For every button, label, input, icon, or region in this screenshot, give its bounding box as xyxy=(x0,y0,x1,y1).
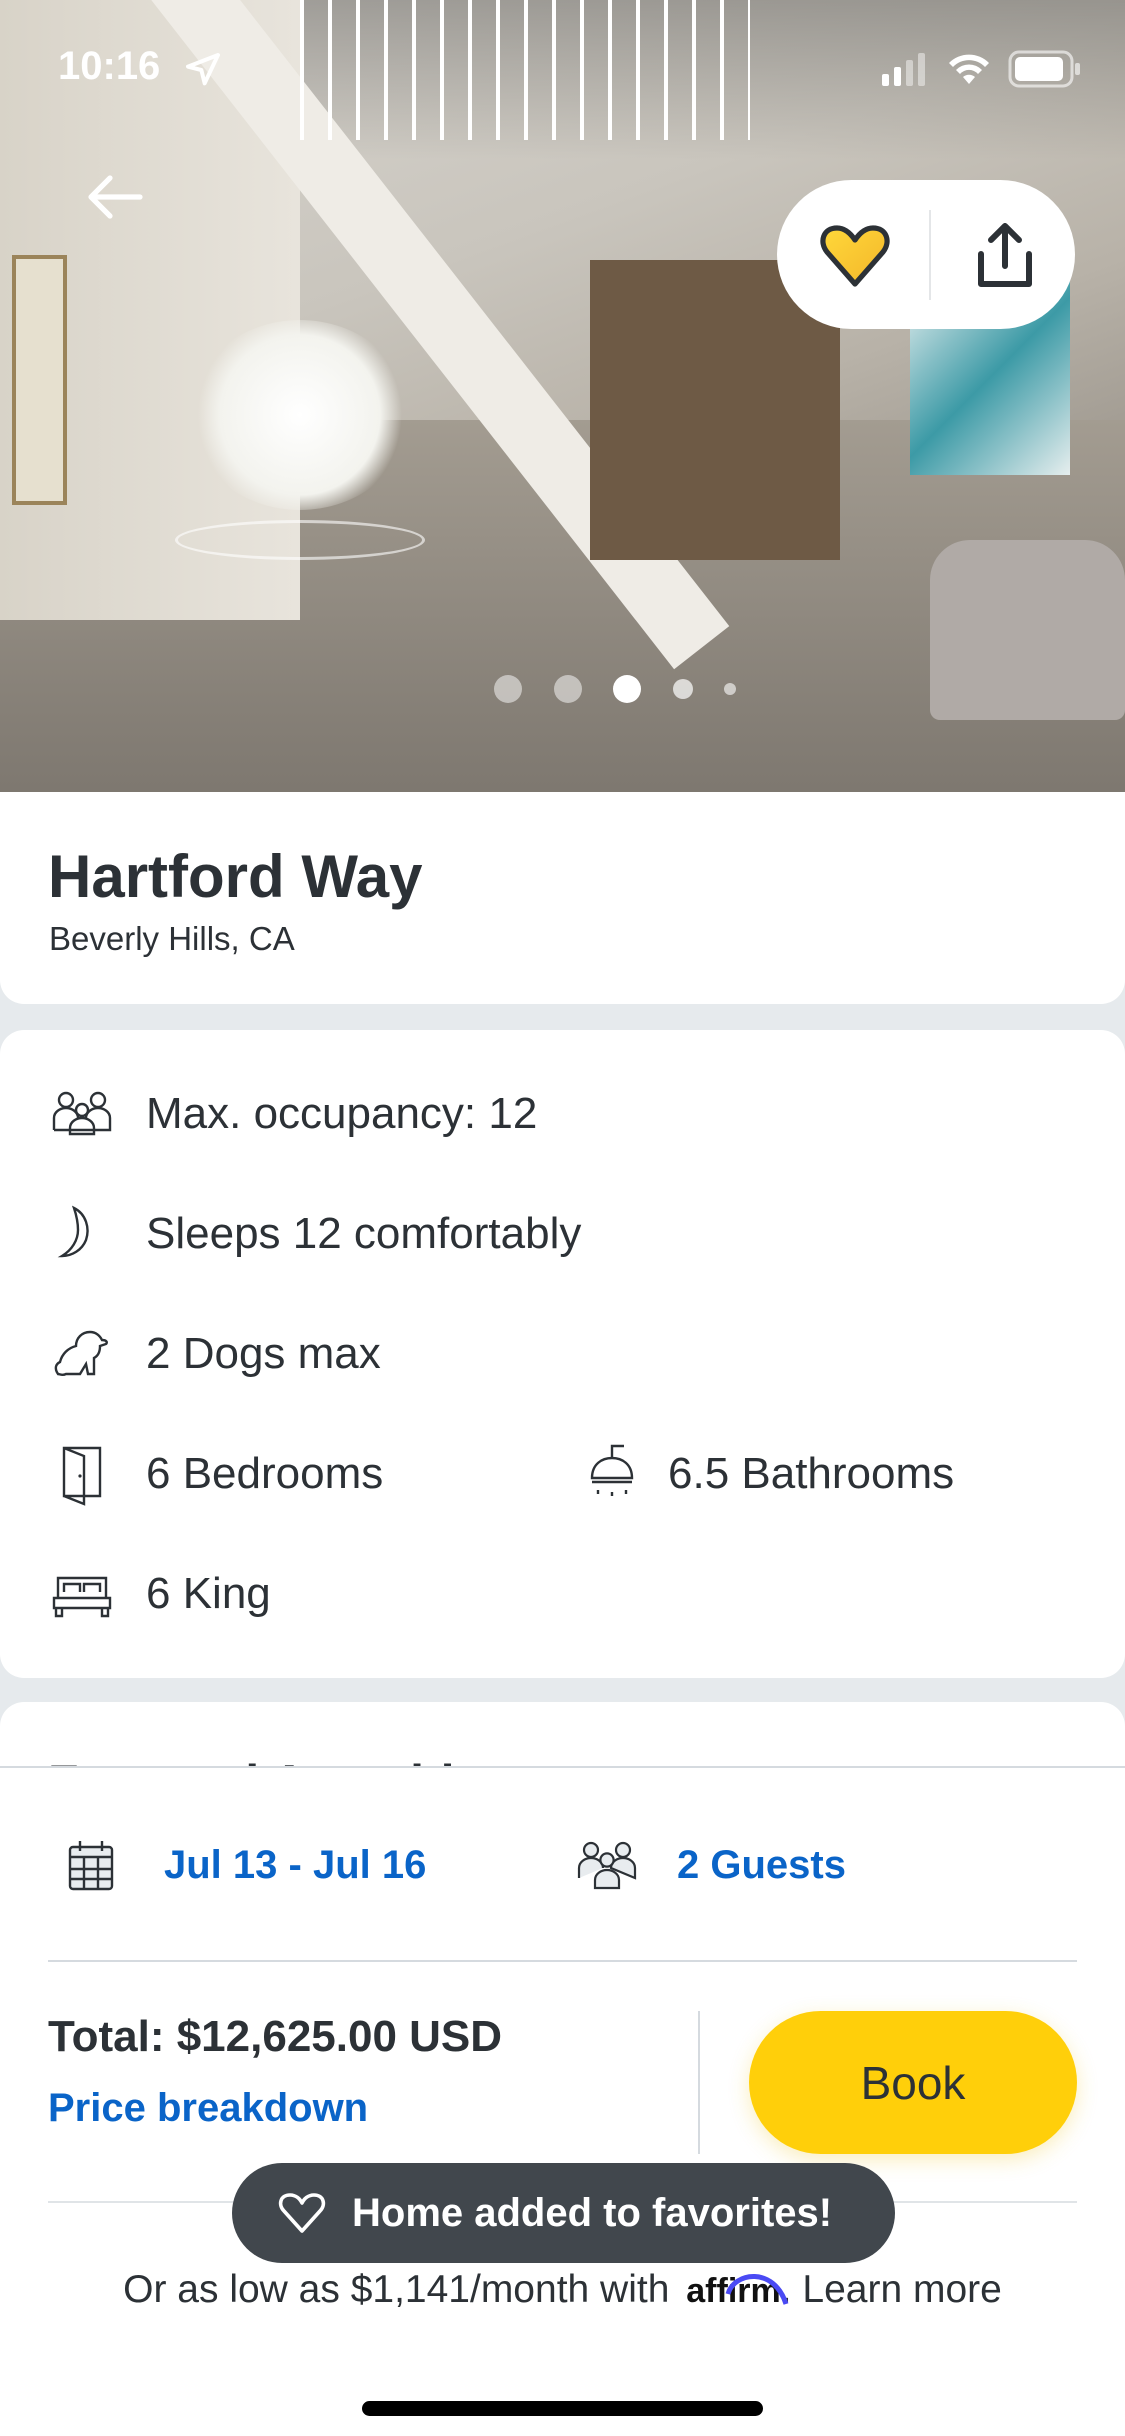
guests-icon xyxy=(577,1841,637,1890)
favorites-toast: Home added to favorites! xyxy=(232,2163,895,2263)
location-arrow-icon xyxy=(186,53,220,86)
guests-value: 2 Guests xyxy=(677,1842,846,1887)
home-indicator xyxy=(362,2401,763,2416)
page-dot[interactable] xyxy=(672,679,693,699)
dog-icon xyxy=(54,1330,108,1377)
favorite-share-pill xyxy=(777,180,1075,329)
door-icon xyxy=(62,1446,102,1506)
detail-beds: 6 King xyxy=(0,1562,271,1626)
detail-sleeps: Sleeps 12 comfortably xyxy=(0,1202,581,1266)
listing-location: Beverly Hills, CA xyxy=(49,920,295,957)
heart-filled-icon[interactable] xyxy=(819,222,891,288)
page-dot-active[interactable] xyxy=(613,675,641,703)
shower-icon xyxy=(590,1444,634,1496)
flowers xyxy=(190,320,410,510)
calendar-icon xyxy=(68,1841,114,1891)
title-card: Hartford Way Beverly Hills, CA xyxy=(0,792,1125,1004)
booking-sheet: Jul 13 - Jul 16 2 Guests Total: $12,625.… xyxy=(0,1766,1125,2436)
detail-dogs: 2 Dogs max xyxy=(0,1322,381,1386)
detail-label: Sleeps 12 comfortably xyxy=(146,1209,582,1258)
page-dot[interactable] xyxy=(724,683,736,695)
divider xyxy=(48,1960,1077,1962)
moon-icon xyxy=(57,1205,89,1258)
detail-bathrooms: 6.5 Bathrooms xyxy=(522,1442,954,1506)
affirm-financing: Or as low as $1,141/month with affirm. L… xyxy=(0,2268,1125,2312)
detail-label: 2 Dogs max xyxy=(146,1329,381,1378)
affirm-arc-icon xyxy=(725,2274,789,2305)
status-time: 10:16 xyxy=(58,44,161,88)
glass-table xyxy=(175,520,425,560)
detail-bedrooms: 6 Bedrooms xyxy=(0,1442,383,1506)
listing-title: Hartford Way xyxy=(48,843,423,910)
detail-label: 6 Bedrooms xyxy=(146,1449,384,1498)
page-dot[interactable] xyxy=(553,675,582,703)
learn-more-link[interactable]: . Learn more xyxy=(781,2268,1002,2311)
affirm-logo: affirm xyxy=(686,2272,789,2311)
detail-label: Max. occupancy: 12 xyxy=(146,1089,538,1138)
price-breakdown-link[interactable]: Price breakdown xyxy=(48,2086,368,2131)
battery-icon xyxy=(1008,50,1080,88)
page-dot[interactable] xyxy=(494,675,522,703)
detail-label: 6 King xyxy=(146,1569,271,1618)
dates-selector[interactable]: Jul 13 - Jul 16 xyxy=(0,1830,426,1900)
details-card: Max. occupancy: 12 Sleeps 12 comfortably… xyxy=(0,1030,1125,1678)
dates-value: Jul 13 - Jul 16 xyxy=(164,1842,427,1887)
gallery-pagination-dots xyxy=(480,668,750,710)
pill-divider xyxy=(929,209,931,300)
people-icon xyxy=(52,1091,112,1136)
detail-label: 6.5 Bathrooms xyxy=(668,1449,955,1498)
armchair xyxy=(930,540,1125,720)
back-arrow-icon[interactable] xyxy=(84,172,144,222)
listing-photo-gallery[interactable]: 10:16 xyxy=(0,0,1125,800)
affirm-text: Or as low as $1,141/month with xyxy=(123,2268,670,2311)
wifi-icon xyxy=(949,54,989,84)
bed-icon xyxy=(52,1576,112,1618)
railing xyxy=(300,0,750,140)
book-button[interactable]: Book xyxy=(749,2011,1077,2154)
detail-max-occupancy: Max. occupancy: 12 xyxy=(0,1082,537,1146)
heart-outline-icon xyxy=(278,2193,326,2233)
guests-selector[interactable]: 2 Guests xyxy=(575,1830,846,1900)
toast-message: Home added to favorites! xyxy=(352,2190,833,2235)
total-price: Total: $12,625.00 USD xyxy=(48,2012,503,2061)
share-icon[interactable] xyxy=(975,220,1035,290)
vertical-divider xyxy=(698,2011,700,2154)
cellular-signal-icon xyxy=(882,53,925,86)
wall-painting xyxy=(12,255,67,505)
